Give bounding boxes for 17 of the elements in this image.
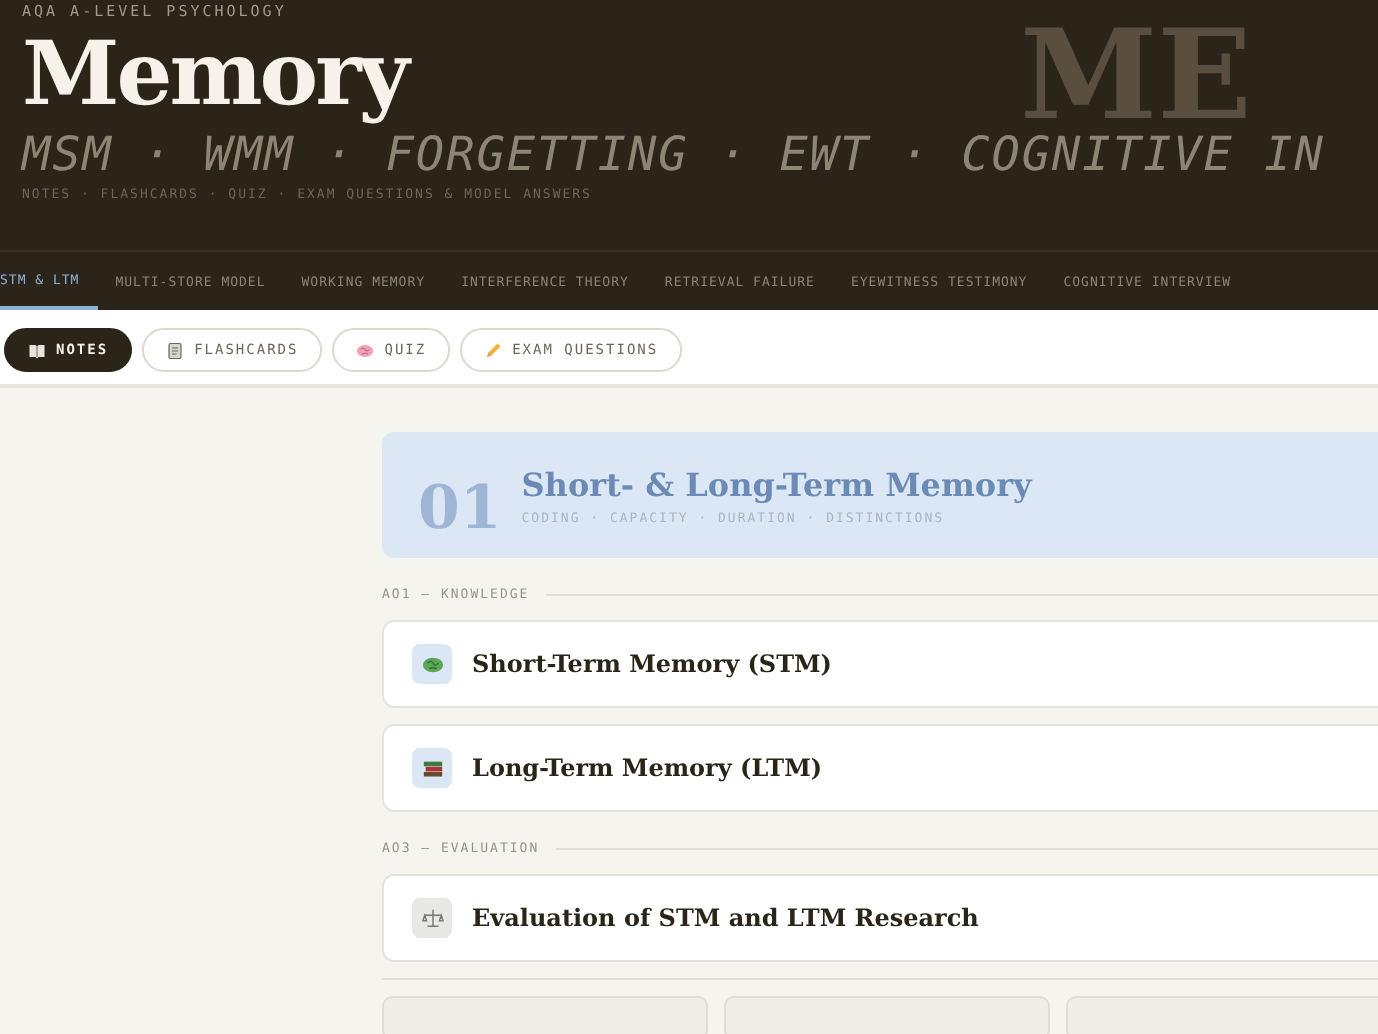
topic-card[interactable]: Evaluation of STM and LTM Research	[382, 874, 1378, 962]
books-icon	[421, 757, 443, 779]
topic-card[interactable]: Long-Term Memory (LTM)	[382, 724, 1378, 812]
topic-list: MSM · WMM · FORGETTING · EWT · COGNITIVE IN	[22, 126, 1378, 182]
page-title: Memory	[22, 32, 407, 120]
book-icon	[28, 341, 46, 359]
brain-icon	[421, 653, 443, 675]
card-title: Long-Term Memory (LTM)	[472, 754, 823, 782]
scales-icon	[421, 907, 443, 929]
topic-card[interactable]: Short-Term Memory (STM)	[382, 620, 1378, 708]
card-index-icon	[166, 341, 185, 359]
card-title: Short-Term Memory (STM)	[472, 650, 832, 678]
pencil-icon	[484, 341, 503, 359]
card-title: Evaluation of STM and LTM Research	[472, 904, 979, 932]
section-title: Short- & Long-Term Memory	[521, 465, 1032, 503]
brain-icon	[356, 341, 375, 359]
section-number: 01	[418, 474, 502, 544]
